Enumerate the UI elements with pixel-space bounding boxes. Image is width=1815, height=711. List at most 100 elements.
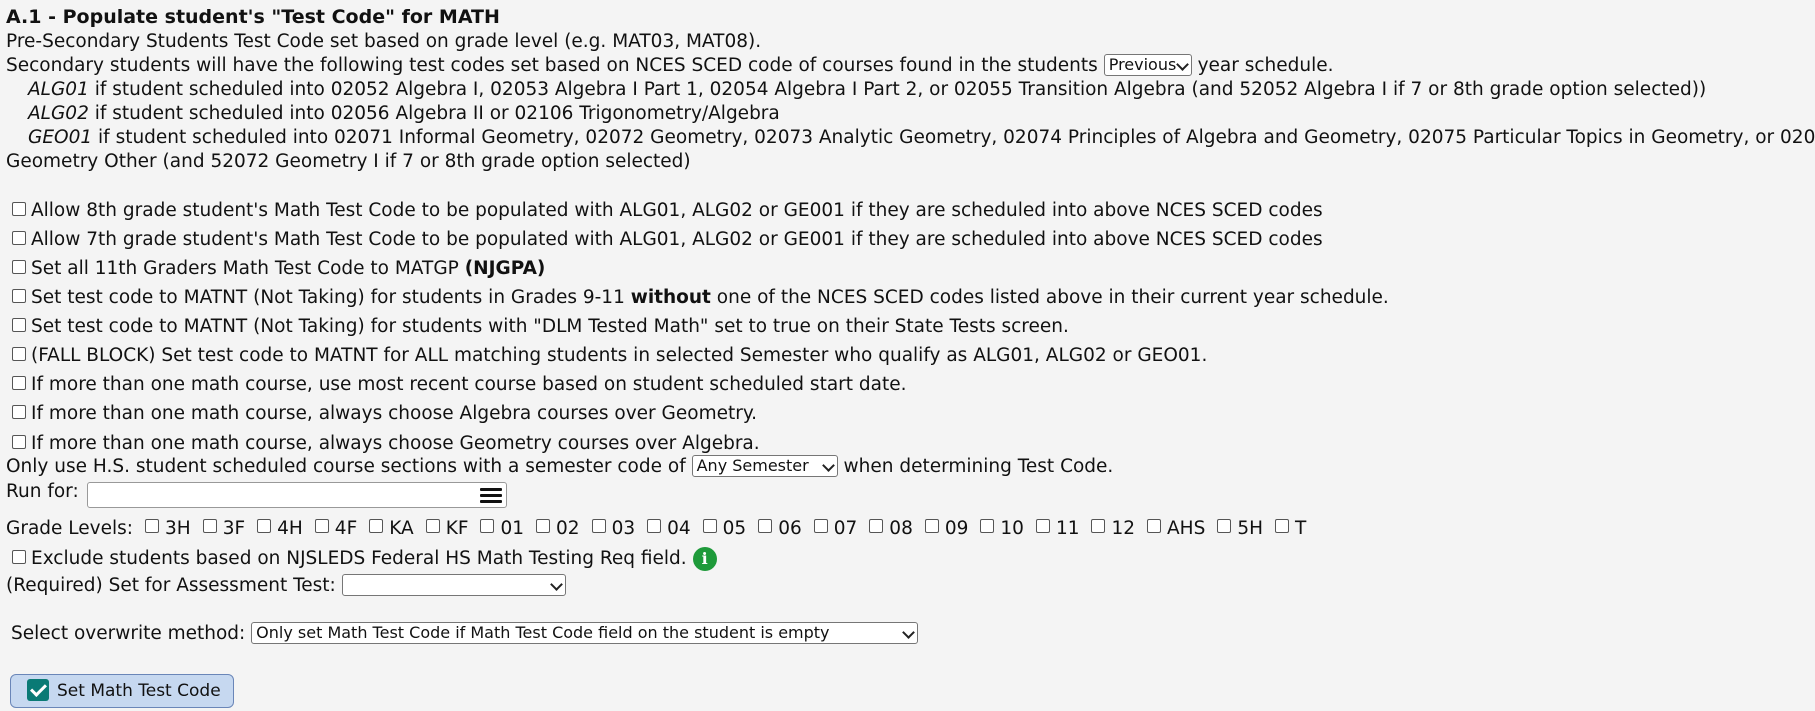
- overwrite-select[interactable]: Only set Math Test Code if Math Test Cod…: [251, 621, 919, 644]
- grade-checkbox[interactable]: [702, 519, 717, 533]
- checkbox-prefer-algebra[interactable]: [12, 405, 26, 419]
- run-for-label: Run for:: [6, 481, 79, 502]
- grade-option-03[interactable]: 03: [580, 514, 635, 544]
- option-8th-grade-label: Allow 8th grade student's Math Test Code…: [31, 200, 1323, 221]
- checkbox-most-recent[interactable]: [12, 376, 26, 390]
- checkbox-7th-grade[interactable]: [12, 231, 26, 245]
- grade-checkbox[interactable]: [758, 519, 773, 533]
- grade-checkbox[interactable]: [1035, 519, 1050, 533]
- grade-label: 3F: [222, 518, 246, 539]
- grade-checkbox[interactable]: [1275, 519, 1290, 533]
- semester-row: Only use H.S. student scheduled course s…: [6, 453, 1815, 480]
- grade-label: 08: [889, 518, 913, 539]
- option-prefer-geometry[interactable]: If more than one math course, always cho…: [6, 428, 1815, 454]
- overwrite-row: Select overwrite method: Only set Math T…: [6, 621, 1815, 647]
- grade-label: 05: [722, 518, 747, 539]
- grade-option-10[interactable]: 10: [968, 514, 1024, 544]
- grade-checkbox[interactable]: [924, 519, 939, 533]
- grade-option-04[interactable]: 04: [635, 514, 691, 544]
- checkbox-8th-grade[interactable]: [12, 202, 26, 216]
- option-not-taking-grades[interactable]: Set test code to MATNT (Not Taking) for …: [6, 283, 1815, 312]
- grade-checkbox[interactable]: [1147, 519, 1162, 533]
- grade-checkbox[interactable]: [536, 519, 551, 533]
- grade-label: T: [1295, 518, 1307, 539]
- grade-option-3h[interactable]: 3H: [133, 514, 191, 544]
- check-icon: [27, 678, 49, 701]
- option-dlm-tested[interactable]: Set test code to MATNT (Not Taking) for …: [6, 312, 1815, 341]
- grade-checkbox[interactable]: [1091, 519, 1106, 533]
- code-geo01: GEO01: [28, 127, 93, 148]
- option-fall-block[interactable]: (FALL BLOCK) Set test code to MATNT for …: [6, 341, 1815, 370]
- grade-option-09[interactable]: 09: [913, 514, 968, 544]
- set-math-test-code-label: Set Math Test Code: [57, 681, 221, 701]
- option-7th-grade[interactable]: Allow 7th grade student's Math Test Code…: [6, 225, 1815, 254]
- checkbox-not-taking-grades[interactable]: [12, 289, 26, 303]
- grade-checkbox[interactable]: [869, 519, 884, 533]
- secondary-text-end: year schedule.: [1197, 55, 1334, 76]
- code-geo01-wrap: Geometry Other (and 52072 Geometry I if …: [6, 151, 691, 172]
- menu-icon[interactable]: [479, 488, 502, 504]
- grade-checkbox[interactable]: [1217, 519, 1232, 533]
- grade-option-5h[interactable]: 5H: [1205, 514, 1263, 544]
- grade-option-07[interactable]: 07: [802, 514, 857, 544]
- grade-label: AHS: [1167, 518, 1206, 539]
- option-7th-grade-label: Allow 7th grade student's Math Test Code…: [31, 229, 1323, 250]
- grade-option-4f[interactable]: 4F: [303, 514, 357, 544]
- grade-option-05[interactable]: 05: [691, 514, 747, 544]
- checkbox-dlm-tested[interactable]: [12, 318, 26, 332]
- semester-select[interactable]: Any Semester: [691, 454, 838, 477]
- chevron-down-icon: [902, 625, 916, 639]
- grade-option-02[interactable]: 02: [524, 514, 580, 544]
- grade-checkbox[interactable]: [145, 519, 159, 533]
- grade-label: 4H: [277, 518, 303, 539]
- semester-text: Only use H.S. student scheduled course s…: [6, 456, 686, 477]
- option-11th-graders[interactable]: Set all 11th Graders Math Test Code to M…: [6, 254, 1815, 283]
- checkbox-prefer-geometry[interactable]: [12, 435, 26, 449]
- grade-checkbox[interactable]: [257, 519, 272, 533]
- grade-option-kf[interactable]: KF: [414, 514, 468, 544]
- info-icon[interactable]: i: [692, 547, 717, 571]
- semester-text-end: when determining Test Code.: [843, 456, 1114, 477]
- assessment-select[interactable]: [341, 573, 566, 596]
- grade-option-ahs[interactable]: AHS: [1135, 514, 1205, 544]
- grade-checkbox[interactable]: [813, 519, 828, 533]
- option-most-recent-label: If more than one math course, use most r…: [31, 374, 907, 395]
- grade-checkbox[interactable]: [314, 519, 329, 533]
- grade-label: 01: [500, 518, 525, 539]
- grade-checkbox[interactable]: [480, 519, 495, 533]
- grade-checkbox[interactable]: [425, 519, 440, 533]
- grade-option-3f[interactable]: 3F: [191, 514, 245, 544]
- grade-option-08[interactable]: 08: [857, 514, 913, 544]
- grade-checkbox[interactable]: [980, 519, 995, 533]
- checkbox-exclude-njsleds[interactable]: [12, 550, 26, 564]
- grade-checkbox[interactable]: [369, 519, 384, 533]
- checkbox-fall-block[interactable]: [12, 347, 26, 361]
- grade-label: 4F: [334, 518, 358, 539]
- grade-checkbox[interactable]: [202, 519, 217, 533]
- grade-checkbox[interactable]: [591, 519, 606, 533]
- grade-option-ka[interactable]: KA: [357, 514, 414, 544]
- overwrite-label: Select overwrite method:: [11, 623, 246, 644]
- code-geo01-row: GEO01 if student scheduled into 02071 In…: [6, 126, 1815, 150]
- option-prefer-algebra[interactable]: If more than one math course, always cho…: [6, 399, 1815, 428]
- checkbox-11th-graders[interactable]: [12, 260, 26, 274]
- grade-option-12[interactable]: 12: [1079, 514, 1135, 544]
- code-alg01-row: ALG01 if student scheduled into 02052 Al…: [6, 78, 1815, 102]
- code-geo01-desc: if student scheduled into 02071 Informal…: [98, 127, 1815, 148]
- grade-option-01[interactable]: 01: [468, 514, 524, 544]
- option-exclude-njsleds[interactable]: Exclude students based on NJSLEDS Federa…: [6, 544, 1815, 573]
- option-prefer-algebra-label: If more than one math course, always cho…: [31, 403, 758, 424]
- option-most-recent[interactable]: If more than one math course, use most r…: [6, 370, 1815, 399]
- secondary-text: Secondary students will have the followi…: [6, 55, 1098, 76]
- grade-option-06[interactable]: 06: [746, 514, 802, 544]
- option-8th-grade[interactable]: Allow 8th grade student's Math Test Code…: [6, 196, 1815, 225]
- grade-option-t[interactable]: T: [1263, 514, 1306, 544]
- year-schedule-select[interactable]: Previous: [1103, 53, 1192, 76]
- chevron-down-icon: [1175, 57, 1189, 71]
- set-math-test-code-button[interactable]: Set Math Test Code: [10, 674, 234, 708]
- run-for-input[interactable]: [86, 482, 507, 508]
- grade-checkbox[interactable]: [647, 519, 662, 533]
- grade-option-11[interactable]: 11: [1024, 514, 1079, 544]
- grade-option-4h[interactable]: 4H: [245, 514, 303, 544]
- pre-secondary-text: Pre-Secondary Students Test Code set bas…: [6, 31, 762, 52]
